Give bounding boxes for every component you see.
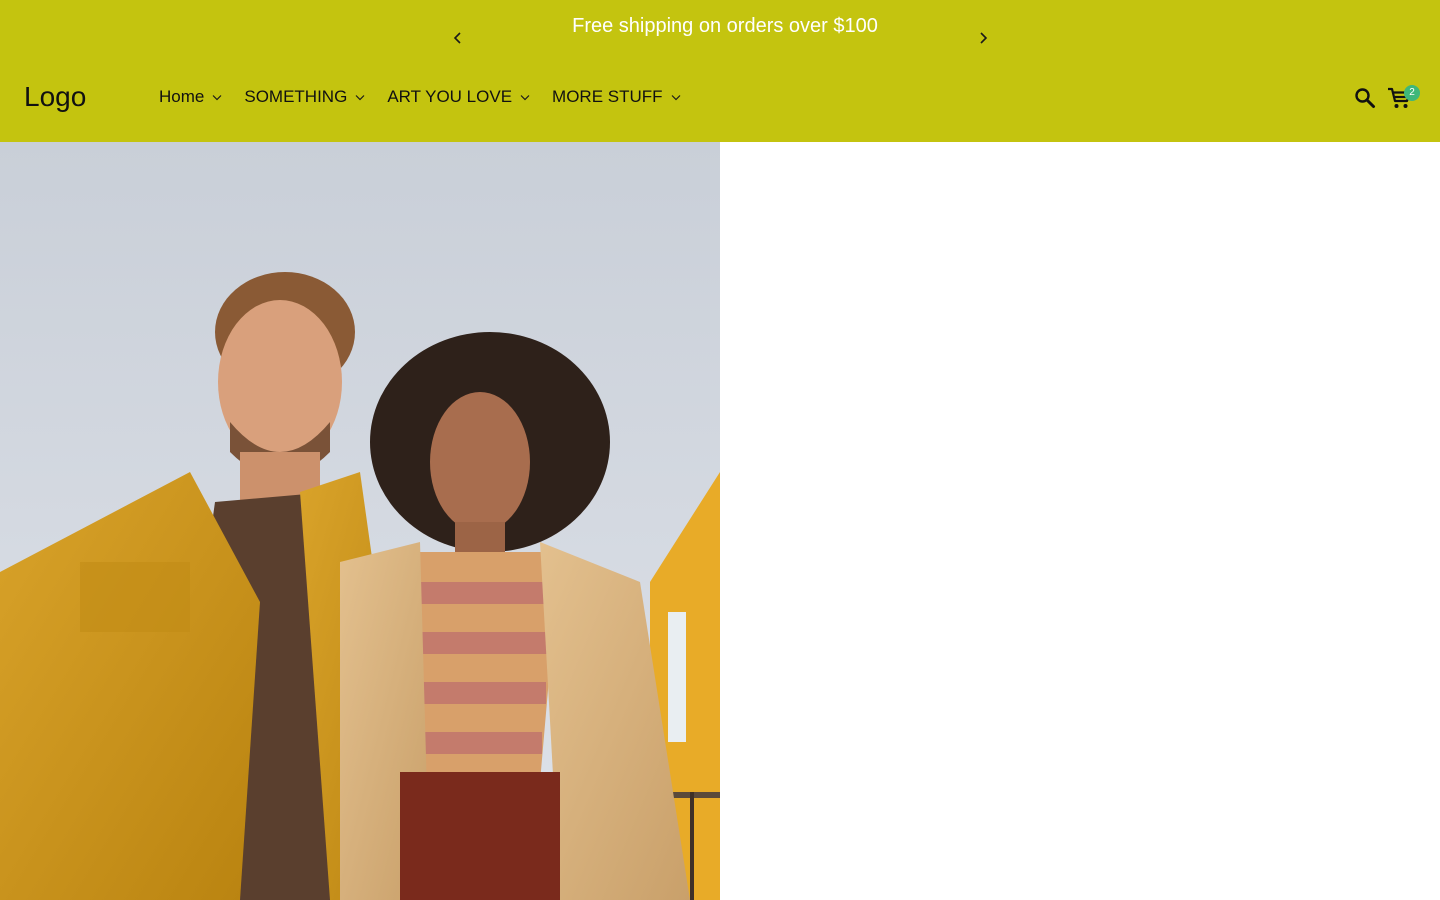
- nav-item-label: ART YOU LOVE: [387, 87, 513, 106]
- previous-announcement-button[interactable]: [446, 26, 470, 50]
- nav-item-label: Home: [159, 87, 205, 106]
- hero-photo: [0, 142, 720, 900]
- nav-item-label: MORE STUFF: [552, 87, 663, 106]
- logo[interactable]: Logo: [24, 80, 86, 114]
- next-announcement-button[interactable]: [971, 26, 995, 50]
- cart-count-badge: 2: [1404, 85, 1420, 101]
- hero-content-panel: [720, 142, 1440, 900]
- chevron-down-icon: [671, 94, 681, 101]
- search-button[interactable]: [1353, 86, 1377, 110]
- nav-item-art-you-love[interactable]: ART YOU LOVE: [387, 86, 530, 108]
- chevron-left-icon: [453, 32, 461, 44]
- chevron-down-icon: [355, 94, 365, 101]
- chevron-right-icon: [980, 32, 988, 44]
- nav-item-label: SOMETHING: [244, 87, 348, 106]
- chevron-down-icon: [212, 94, 222, 101]
- nav-item-home[interactable]: Home: [159, 86, 222, 108]
- announcement-text: Free shipping on orders over $100: [572, 15, 878, 37]
- site-header: Free shipping on orders over $100 Logo H…: [0, 0, 1440, 142]
- announcement-bar: Free shipping on orders over $100: [0, 0, 1440, 60]
- nav-item-more-stuff[interactable]: MORE STUFF: [552, 86, 681, 108]
- chevron-down-icon: [520, 94, 530, 101]
- search-icon: [1355, 88, 1375, 108]
- nav-item-something[interactable]: SOMETHING: [244, 86, 365, 108]
- main-nav: Home SOMETHING ART YOU LOVE MORE STUFF: [159, 86, 703, 108]
- hero-image: [0, 142, 720, 900]
